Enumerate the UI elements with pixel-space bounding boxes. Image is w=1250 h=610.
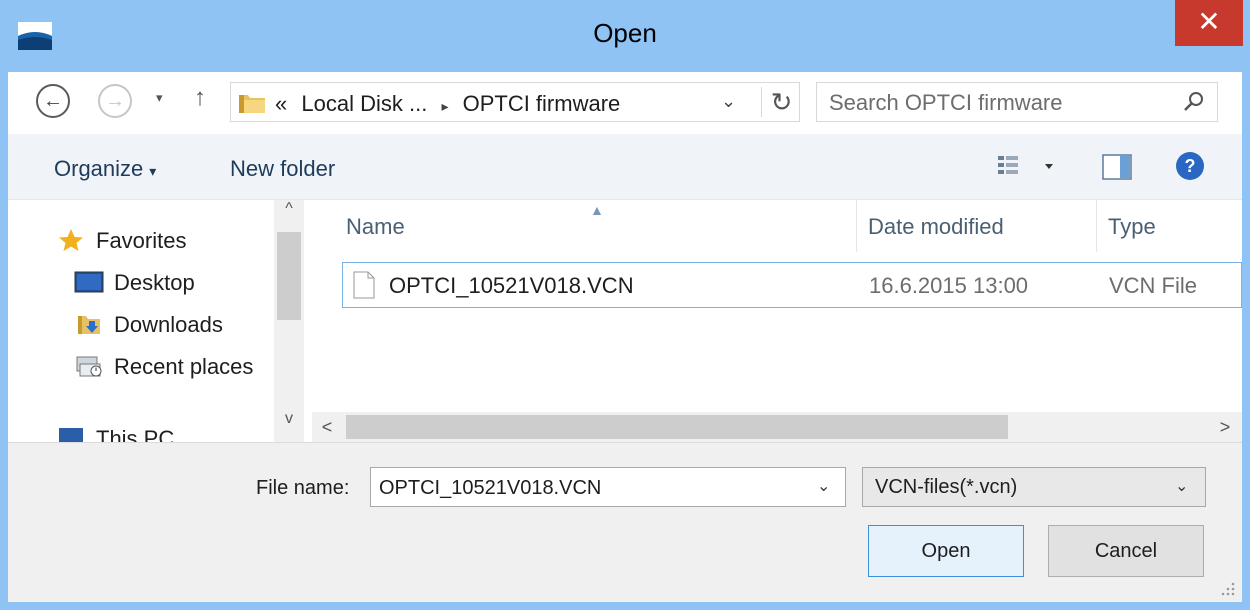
close-button[interactable]: ✕ bbox=[1175, 0, 1243, 46]
sidebar-item-favorites[interactable]: Favorites bbox=[96, 228, 186, 254]
up-arrow-icon[interactable]: ↑ bbox=[194, 84, 206, 112]
scroll-left-icon[interactable]: < bbox=[312, 412, 342, 442]
desktop-icon bbox=[74, 271, 104, 293]
star-icon bbox=[59, 229, 83, 251]
sidebar-item-recent-places[interactable]: Recent places bbox=[114, 354, 253, 380]
command-toolbar: Organize ▾ New folder ? bbox=[8, 134, 1242, 200]
search-icon[interactable] bbox=[1181, 89, 1207, 115]
file-name-label: File name: bbox=[256, 477, 350, 499]
navigation-bar: ← → ▾ ↑ « Local Disk ... ▸ OPTCI firmwar… bbox=[8, 72, 1242, 134]
back-button[interactable]: ← bbox=[36, 84, 70, 118]
column-header-type[interactable]: Type bbox=[1108, 214, 1156, 240]
file-type-cell: VCN File bbox=[1109, 273, 1198, 298]
breadcrumb-optci-firmware[interactable]: OPTCI firmware bbox=[463, 91, 621, 116]
help-icon[interactable]: ? bbox=[1176, 152, 1204, 180]
dialog-body: ← → ▾ ↑ « Local Disk ... ▸ OPTCI firmwar… bbox=[8, 72, 1242, 602]
recent-places-icon bbox=[76, 356, 102, 377]
scroll-right-icon[interactable]: > bbox=[1210, 412, 1240, 442]
column-header-name[interactable]: Name bbox=[346, 214, 405, 240]
search-input[interactable] bbox=[829, 91, 1169, 115]
sidebar-item-downloads[interactable]: Downloads bbox=[114, 312, 223, 338]
navigation-pane: Favorites Desktop Downloads Recent place… bbox=[8, 200, 304, 442]
file-type-value: VCN-files(*.vcn) bbox=[875, 476, 1018, 498]
horizontal-scrollbar[interactable]: < > bbox=[312, 412, 1242, 442]
breadcrumb-overflow[interactable]: « bbox=[275, 91, 287, 116]
sidebar-item-desktop[interactable]: Desktop bbox=[114, 270, 195, 296]
change-view-icon[interactable] bbox=[990, 152, 1060, 182]
forward-button[interactable]: → bbox=[98, 84, 132, 118]
dialog-footer: File name: ⌄ VCN-files(*.vcn) ⌄ Open Can… bbox=[8, 442, 1242, 602]
resize-grip-icon[interactable] bbox=[1218, 579, 1236, 597]
scrollbar-thumb[interactable] bbox=[277, 232, 301, 320]
file-list: ▲ Name Date modified Type OPTCI_10521V01… bbox=[312, 200, 1242, 412]
downloads-icon bbox=[78, 316, 100, 334]
organize-label: Organize bbox=[54, 156, 144, 181]
address-bar[interactable]: « Local Disk ... ▸ OPTCI firmware ⌄ ↻ bbox=[230, 82, 800, 122]
file-name-chevron-down-icon[interactable]: ⌄ bbox=[817, 476, 830, 496]
file-icon bbox=[353, 271, 375, 299]
open-button[interactable]: Open bbox=[868, 525, 1024, 577]
file-type-select[interactable]: VCN-files(*.vcn) ⌄ bbox=[862, 467, 1206, 507]
folder-icon bbox=[239, 95, 265, 113]
address-chevron-down-icon[interactable]: ⌄ bbox=[721, 91, 736, 112]
column-divider[interactable] bbox=[856, 200, 857, 252]
refresh-icon[interactable]: ↻ bbox=[761, 87, 801, 117]
window-title: Open bbox=[593, 18, 657, 48]
breadcrumb-local-disk[interactable]: Local Disk ... bbox=[301, 91, 427, 116]
navigation-scrollbar[interactable]: ^ v bbox=[274, 200, 304, 442]
search-box[interactable] bbox=[816, 82, 1218, 122]
chevron-down-icon: ▾ bbox=[149, 163, 157, 179]
breadcrumb-separator-icon[interactable]: ▸ bbox=[433, 98, 456, 114]
breadcrumb: « Local Disk ... ▸ OPTCI firmware bbox=[275, 91, 620, 117]
preview-pane-icon[interactable] bbox=[1100, 152, 1134, 182]
title-bar: Open ✕ bbox=[0, 0, 1250, 72]
table-row[interactable]: OPTCI_10521V018.VCN 16.6.2015 13:00 VCN … bbox=[342, 262, 1242, 308]
cancel-button[interactable]: Cancel bbox=[1048, 525, 1204, 577]
scroll-up-icon[interactable]: ^ bbox=[274, 200, 304, 230]
horizontal-scrollbar-thumb[interactable] bbox=[346, 415, 1008, 439]
file-name-cell: OPTCI_10521V018.VCN bbox=[389, 273, 634, 298]
column-divider[interactable] bbox=[1096, 200, 1097, 252]
scroll-down-icon[interactable]: v bbox=[274, 410, 304, 440]
new-folder-button[interactable]: New folder bbox=[230, 156, 335, 182]
this-pc-icon bbox=[59, 428, 83, 442]
column-header-date-modified[interactable]: Date modified bbox=[868, 214, 1004, 240]
recent-locations-chevron-down-icon[interactable]: ▾ bbox=[156, 90, 163, 106]
sidebar-item-this-pc[interactable]: This PC bbox=[96, 426, 174, 442]
file-name-combobox[interactable]: ⌄ bbox=[370, 467, 846, 507]
file-type-chevron-down-icon[interactable]: ⌄ bbox=[1175, 476, 1188, 496]
organize-button[interactable]: Organize ▾ bbox=[54, 156, 156, 182]
file-date-cell: 16.6.2015 13:00 bbox=[869, 273, 1029, 298]
sort-ascending-icon: ▲ bbox=[590, 202, 604, 218]
dialog-frame: Open ✕ ← → ▾ ↑ « Local Disk ... ▸ OPTCI … bbox=[0, 0, 1250, 610]
file-name-input[interactable] bbox=[379, 476, 799, 500]
